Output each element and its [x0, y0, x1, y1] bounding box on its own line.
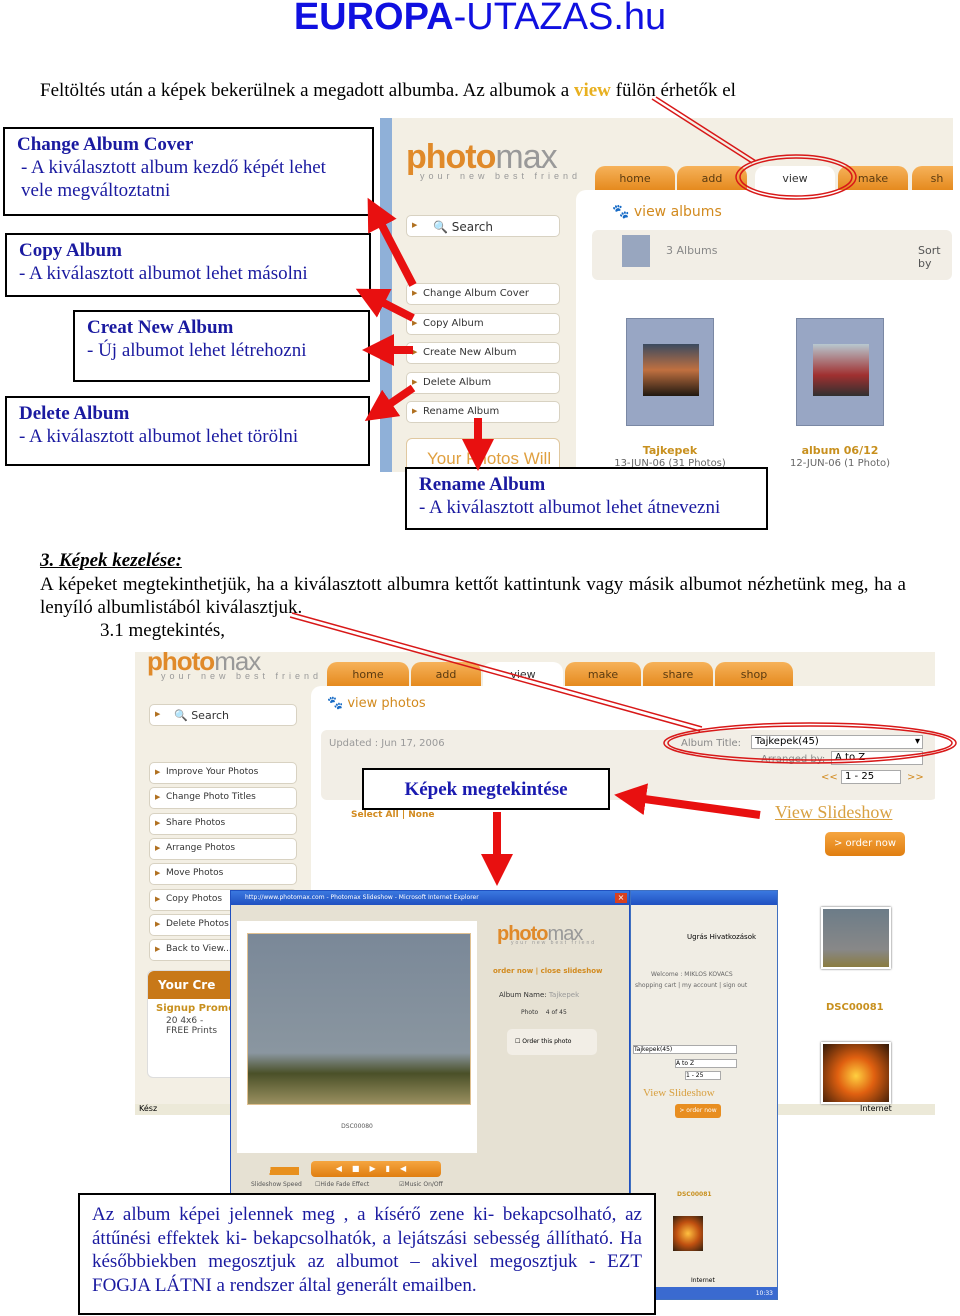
album-stack-icon: [622, 235, 650, 267]
speed-label: Slideshow Speed: [251, 1181, 302, 1188]
section-title: 🐾 view photos: [327, 696, 426, 711]
search-icon: 🔍: [174, 709, 188, 722]
album-title-select[interactable]: Tajkepek(45) ▾: [751, 735, 923, 749]
improve-photos-button[interactable]: Improve Your Photos: [149, 762, 297, 784]
rename-album-button[interactable]: Rename Album: [406, 401, 560, 423]
next-page[interactable]: >>: [907, 772, 924, 783]
window-title-bar: http://www.photomax.com - Photomax Slide…: [231, 891, 629, 905]
share-photos-button[interactable]: Share Photos: [149, 813, 297, 835]
callout-copy-album: Copy Album - A kiválasztott albumot lehet…: [5, 233, 371, 297]
updated-date: Updated : Jun 17, 2006: [329, 738, 445, 749]
prev-page[interactable]: <<: [821, 772, 838, 783]
status-zone: Internet: [691, 1277, 715, 1284]
subsection-label: 3.1 megtekintés,: [100, 620, 226, 641]
album-name: Album Name: Tajkepek: [499, 991, 580, 999]
callout-create-album: Creat New Album - Új albumot lehet létreh…: [73, 310, 370, 382]
arrange-photos-button[interactable]: Arrange Photos: [149, 838, 297, 860]
order-now-button[interactable]: > order now: [675, 1104, 721, 1118]
tab-add[interactable]: add: [411, 662, 481, 686]
tab-view[interactable]: view: [755, 166, 835, 190]
tab-shop[interactable]: shop: [715, 662, 793, 686]
photomax-logo: photomax your new best friend: [406, 138, 582, 181]
photo-thumbnail[interactable]: [821, 907, 891, 969]
section-title: 🐾 view albums: [612, 204, 722, 220]
album-cover-tajkepek[interactable]: [626, 318, 714, 426]
slideshow-window: http://www.photomax.com - Photomax Slide…: [230, 890, 630, 1196]
albums-bar: 3 Albums Sort by: [592, 230, 952, 280]
tab-home[interactable]: home: [327, 662, 409, 686]
intro-text: Feltöltés után a képek bekerülnek a mega…: [40, 80, 736, 101]
slideshow-actions: order now | close slideshow: [493, 967, 603, 975]
search-button[interactable]: 🔍 Search: [149, 704, 297, 726]
delete-album-button[interactable]: Delete Album: [406, 372, 560, 394]
go-button[interactable]: Ugrás Hivatkozások: [687, 933, 756, 941]
select-links: Select All | None: [351, 810, 435, 820]
section-body: A képeket megtekinthetjük, ha a kiválasz…: [40, 574, 906, 618]
chevron-down-icon: ▾: [914, 736, 920, 747]
tab-make[interactable]: make: [565, 662, 641, 686]
tab-share[interactable]: sh: [912, 166, 953, 190]
sort-by[interactable]: Sort by: [918, 244, 952, 270]
view-slideshow-link[interactable]: View Slideshow: [643, 1087, 715, 1099]
photomax-logo: photomax your new best friend: [147, 652, 323, 681]
thumbnail-label: DSC00081: [677, 1191, 712, 1198]
order-photo-checkbox[interactable]: ☐ Order this photo: [507, 1029, 597, 1055]
copy-album-button[interactable]: Copy Album: [406, 313, 560, 335]
close-slideshow-link[interactable]: close slideshow: [541, 967, 603, 975]
callout-slideshow-note: Az album képei jelennek meg , a kísérő z…: [78, 1193, 656, 1315]
tab-view[interactable]: view: [483, 662, 563, 686]
photomax-logo: photomax your new best friend: [497, 923, 597, 946]
callout-rename-album: Rename Album - A kiválasztott albumot leh…: [405, 467, 768, 530]
change-titles-button[interactable]: Change Photo Titles: [149, 787, 297, 809]
view-slideshow-link[interactable]: View Slideshow: [775, 802, 892, 823]
thumbnail-label: DSC00081: [826, 1002, 884, 1013]
order-now-link[interactable]: order now: [493, 967, 533, 975]
screenshot-view-albums: photomax your new best friend home add vi…: [380, 118, 953, 472]
photo-thumbnail[interactable]: [821, 1042, 891, 1104]
album-name[interactable]: album 06/12: [786, 444, 894, 457]
album-cover-album-06-12[interactable]: [796, 318, 884, 426]
slide-caption: DSC00080: [341, 1123, 373, 1130]
slide-photo: [247, 933, 471, 1105]
page-range-select[interactable]: 1 - 25: [841, 770, 901, 784]
move-photos-button[interactable]: Move Photos: [149, 863, 297, 885]
create-new-album-button[interactable]: Create New Album: [406, 342, 560, 364]
arranged-select[interactable]: A to Z: [675, 1059, 737, 1068]
hide-fade-checkbox[interactable]: ☐Hide Fade Effect: [315, 1181, 369, 1188]
section-heading: 3. Képek kezelése:: [40, 550, 182, 571]
page-title: EUROPA-UTAZAS.hu: [293, 0, 667, 38]
select-all-link[interactable]: Select All: [351, 810, 399, 820]
album-meta: 12-JUN-06 (1 Photo): [789, 458, 891, 469]
change-album-cover-button[interactable]: Change Album Cover: [406, 283, 560, 305]
welcome-text: Welcome : MIKLOS KOVACS: [651, 971, 733, 978]
callout-change-album-cover: Change Album Cover - A kiválasztott album…: [3, 127, 374, 216]
tab-share[interactable]: share: [643, 662, 713, 686]
tab-make[interactable]: make: [838, 166, 908, 190]
album-count: 3 Albums: [666, 244, 718, 257]
photo-index: Photo 4 of 45: [521, 1009, 567, 1016]
search-button[interactable]: 🔍 Search: [406, 215, 560, 237]
music-checkbox[interactable]: ☑Music On/Off: [399, 1181, 443, 1188]
select-none-link[interactable]: None: [408, 810, 434, 820]
close-icon[interactable]: ×: [615, 893, 627, 903]
arranged-by-label: Arranged by:: [761, 754, 826, 765]
order-now-button[interactable]: > order now: [825, 832, 905, 856]
playback-controls[interactable]: ◀■▶▮◀: [311, 1161, 441, 1177]
photo-thumbnail[interactable]: [673, 1216, 703, 1251]
slide-frame: DSC00080: [237, 921, 477, 1153]
speed-slider[interactable]: [251, 1167, 299, 1175]
tab-add[interactable]: add: [677, 166, 747, 190]
album-title-label: Album Title:: [681, 738, 742, 749]
content-panel: 🐾 view albums 3 Albums Sort by Tajkepek …: [576, 190, 953, 472]
album-select[interactable]: Tajkepek(45): [633, 1045, 737, 1054]
arranged-by-select[interactable]: A to Z: [831, 751, 923, 765]
range-select[interactable]: 1 - 25: [685, 1071, 721, 1080]
search-icon: 🔍: [433, 220, 448, 234]
callout-view-photos: Képek megtekintése: [362, 768, 610, 810]
account-links[interactable]: shopping cart | my account | sign out: [635, 982, 747, 989]
album-name[interactable]: Tajkepek: [616, 444, 724, 457]
callout-delete-album: Delete Album - A kiválasztott albumot leh…: [5, 396, 370, 466]
tab-home[interactable]: home: [595, 166, 675, 190]
